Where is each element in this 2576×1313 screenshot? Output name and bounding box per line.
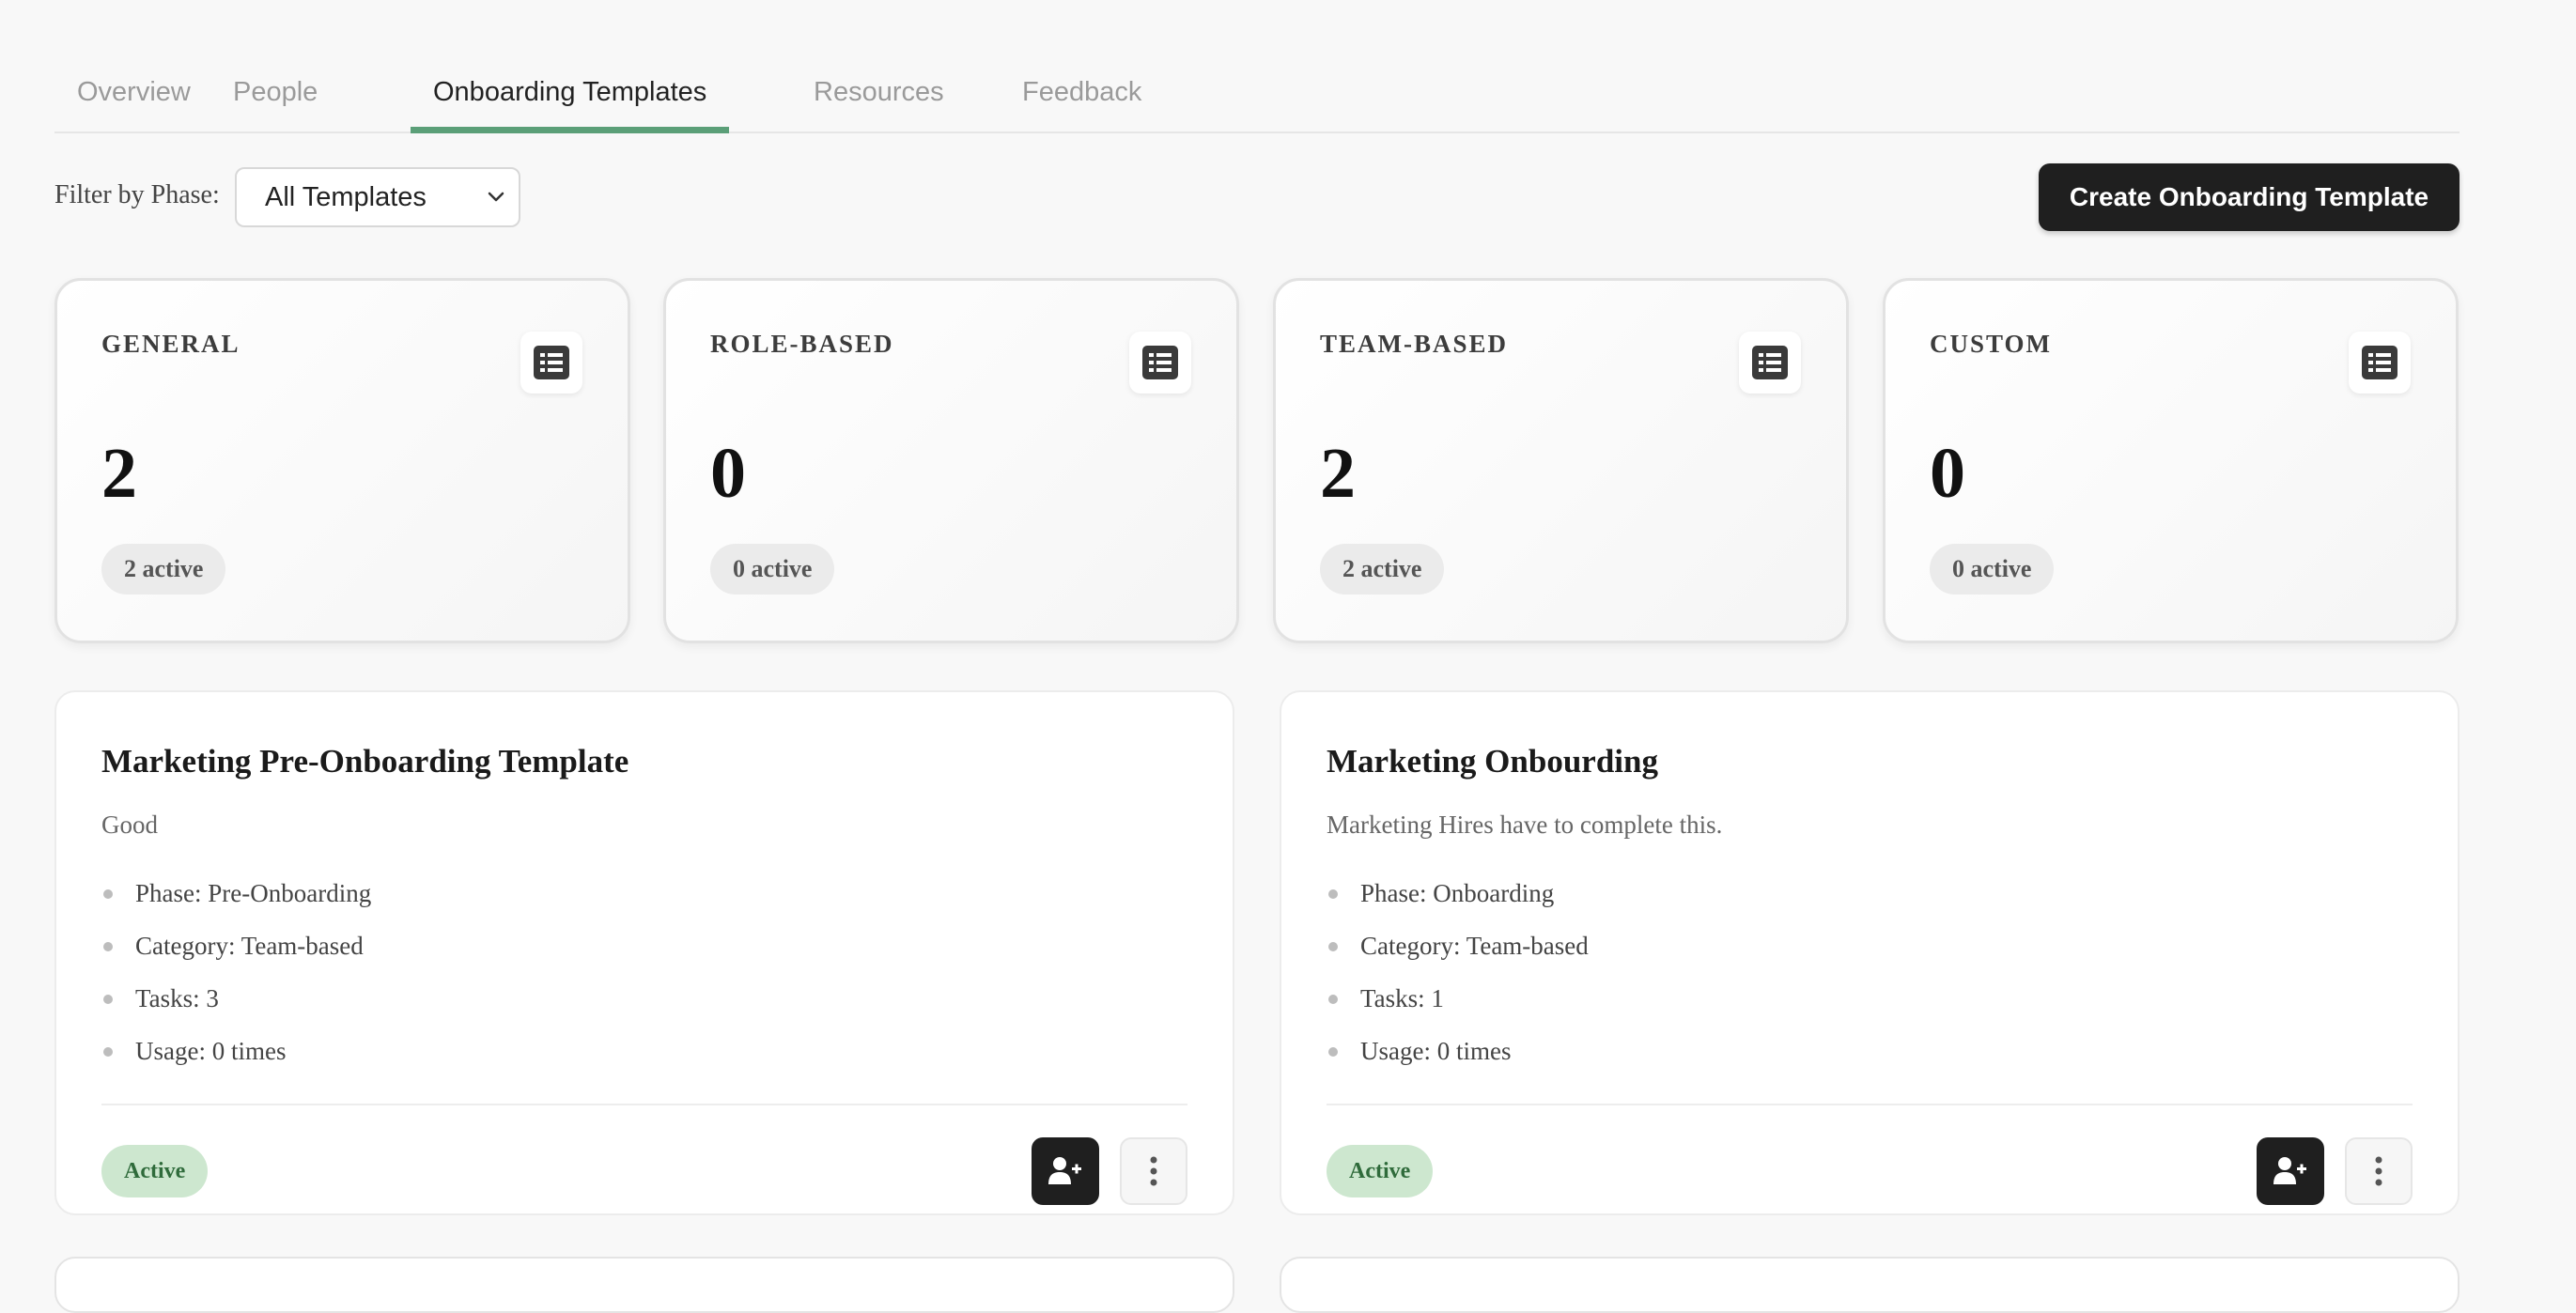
- more-options-button[interactable]: [1120, 1137, 1187, 1205]
- template-description: Marketing Hires have to complete this.: [1327, 811, 1723, 839]
- list-icon: [1739, 332, 1801, 394]
- filter-label: Filter by Phase:: [54, 180, 220, 209]
- tab-onboarding-templates[interactable]: Onboarding Templates: [411, 66, 730, 133]
- stat-title: CUSTOM: [1930, 330, 2053, 358]
- template-card[interactable]: [54, 1257, 1234, 1313]
- template-title: Marketing Pre-Onboarding Template: [101, 743, 629, 780]
- stat-active-badge: 0 active: [1930, 544, 2055, 595]
- stat-title: ROLE-BASED: [710, 330, 894, 358]
- user-plus-icon: [2273, 1157, 2306, 1184]
- template-category: Category: Team-based: [1327, 919, 1589, 972]
- template-description: Good: [101, 811, 158, 839]
- stat-active-badge: 0 active: [710, 544, 835, 595]
- template-tasks: Tasks: 1: [1327, 972, 1589, 1025]
- chevron-down-icon: [485, 169, 507, 225]
- divider: [101, 1104, 1187, 1105]
- tab-feedback[interactable]: Feedback: [1000, 66, 1164, 131]
- template-usage: Usage: 0 times: [1327, 1025, 1589, 1077]
- tab-bar: Overview People Onboarding Templates Res…: [54, 66, 2460, 133]
- phase-filter-value: All Templates: [265, 182, 427, 212]
- stat-title: TEAM-BASED: [1320, 330, 1509, 358]
- tab-resources[interactable]: Resources: [791, 66, 967, 131]
- phase-filter-select[interactable]: All Templates: [235, 167, 520, 227]
- tab-people[interactable]: People: [210, 66, 340, 131]
- template-details: Phase: Pre-Onboarding Category: Team-bas…: [101, 867, 371, 1077]
- stat-card-custom: CUSTOM 0 0 active: [1883, 278, 2459, 643]
- template-title: Marketing Onbourding: [1327, 743, 1658, 780]
- list-icon: [2349, 332, 2411, 394]
- stat-value: 0: [710, 434, 746, 513]
- status-badge: Active: [1327, 1145, 1434, 1197]
- create-onboarding-template-button[interactable]: Create Onboarding Template: [2039, 163, 2460, 231]
- divider: [1327, 1104, 2413, 1105]
- template-card[interactable]: Marketing Onbourding Marketing Hires hav…: [1280, 690, 2460, 1215]
- stat-value: 2: [101, 434, 137, 513]
- stat-title: GENERAL: [101, 330, 241, 358]
- assign-template-button[interactable]: [1032, 1137, 1099, 1205]
- template-card[interactable]: Marketing Pre-Onboarding Template Good P…: [54, 690, 1234, 1215]
- stat-active-badge: 2 active: [1320, 544, 1445, 595]
- stat-value: 0: [1930, 434, 1965, 513]
- stat-card-role-based: ROLE-BASED 0 0 active: [663, 278, 1239, 643]
- list-icon: [520, 332, 582, 394]
- stat-card-general: GENERAL 2 2 active: [54, 278, 630, 643]
- tab-overview[interactable]: Overview: [54, 66, 213, 131]
- stat-value: 2: [1320, 434, 1356, 513]
- template-usage: Usage: 0 times: [101, 1025, 371, 1077]
- template-details: Phase: Onboarding Category: Team-based T…: [1327, 867, 1589, 1077]
- stat-active-badge: 2 active: [101, 544, 226, 595]
- assign-template-button[interactable]: [2257, 1137, 2324, 1205]
- template-tasks: Tasks: 3: [101, 972, 371, 1025]
- status-badge: Active: [101, 1145, 209, 1197]
- list-icon: [1129, 332, 1191, 394]
- more-vertical-icon: [2375, 1156, 2382, 1186]
- template-phase: Phase: Pre-Onboarding: [101, 867, 371, 919]
- stat-card-team-based: TEAM-BASED 2 2 active: [1273, 278, 1849, 643]
- template-category: Category: Team-based: [101, 919, 371, 972]
- more-options-button[interactable]: [2345, 1137, 2413, 1205]
- template-card[interactable]: [1280, 1257, 2460, 1313]
- user-plus-icon: [1048, 1157, 1081, 1184]
- more-vertical-icon: [1150, 1156, 1157, 1186]
- template-phase: Phase: Onboarding: [1327, 867, 1589, 919]
